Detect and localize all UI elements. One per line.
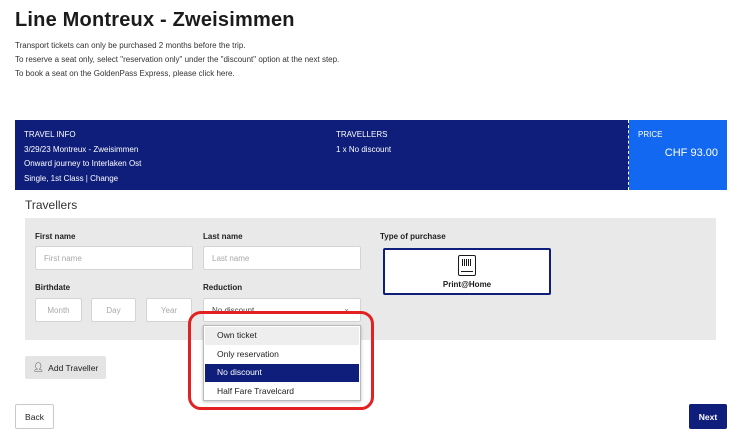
annotation-highlight-ring [188, 311, 374, 410]
back-button[interactable]: Back [15, 404, 54, 429]
travel-info-line: Onward journey to Interlaken Ost [24, 159, 142, 168]
add-traveller-label: Add Traveller [48, 362, 99, 373]
type-of-purchase-label: Type of purchase [380, 232, 446, 241]
page-title: Line Montreux - Zweisimmen [15, 9, 295, 31]
birthdate-day-input[interactable]: Day [91, 298, 136, 322]
add-traveller-button[interactable]: 👤︎ Add Traveller [25, 356, 106, 379]
birthdate-label: Birthdate [35, 283, 71, 292]
travellers-info-section: TRAVELLERS 1 x No discount [327, 120, 629, 190]
intro-text: Transport tickets can only be purchased … [15, 39, 339, 81]
price-heading: PRICE [638, 130, 663, 139]
birthdate-year-input[interactable]: Year [146, 298, 192, 322]
ticket-barcode-icon [458, 255, 476, 276]
intro-line: To reserve a seat only, select "reservat… [15, 55, 340, 64]
reduction-label: Reduction [203, 283, 243, 292]
price-section: PRICE CHF 93.00 [629, 120, 727, 190]
first-name-input[interactable]: First name [35, 246, 193, 270]
travel-info-heading: TRAVEL INFO [24, 130, 76, 139]
user-plus-icon: 👤︎ [32, 362, 45, 372]
last-name-label: Last name [203, 232, 243, 241]
intro-line: To book a seat on the GoldenPass Express… [15, 69, 235, 78]
print-at-home-option[interactable]: Print@Home [383, 248, 551, 295]
travellers-summary: 1 x No discount [336, 144, 392, 154]
birthdate-month-input[interactable]: Month [35, 298, 82, 322]
booking-summary-bar: TRAVEL INFO 3/29/23 Montreux - Zweisimme… [15, 120, 727, 190]
print-at-home-label: Print@Home [442, 280, 492, 289]
travel-info-line: Single, 1st Class | Change [24, 173, 119, 183]
price-value: CHF 93.00 [664, 147, 718, 159]
travellers-heading: TRAVELLERS [336, 130, 388, 139]
next-button[interactable]: Next [689, 404, 727, 429]
intro-line: Transport tickets can only be purchased … [15, 41, 246, 50]
travel-info-line: 3/29/23 Montreux - Zweisimmen [24, 144, 139, 154]
travellers-form-title: Travellers [25, 198, 78, 212]
last-name-input[interactable]: Last name [203, 246, 361, 270]
first-name-label: First name [35, 232, 76, 241]
travel-info-section: TRAVEL INFO 3/29/23 Montreux - Zweisimme… [15, 120, 327, 190]
